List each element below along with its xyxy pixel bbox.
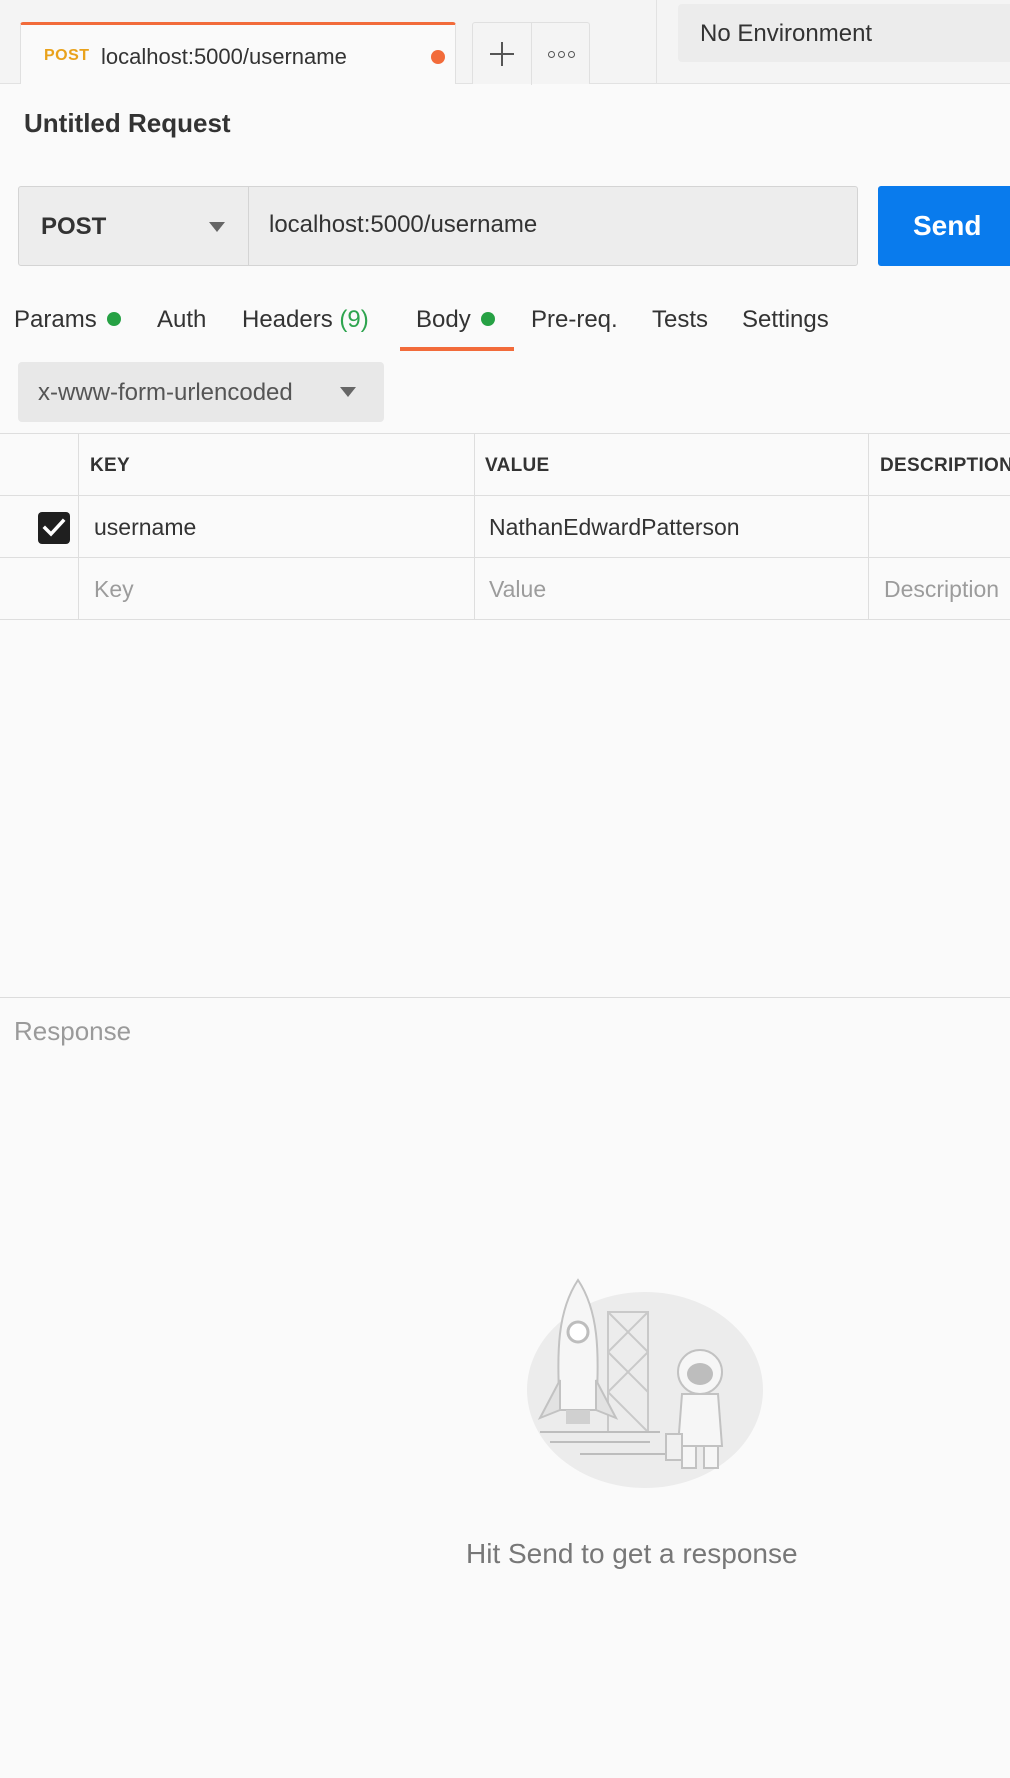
response-divider[interactable] — [0, 997, 1010, 998]
environment-select[interactable]: No Environment — [678, 4, 1010, 62]
body-type-select[interactable]: x-www-form-urlencoded — [18, 362, 384, 422]
tab-headers-label: Headers — [242, 306, 333, 333]
tab-actions — [472, 22, 591, 85]
tab-body-label: Body — [416, 306, 471, 333]
table-row-new: Key Value Description — [0, 558, 1010, 620]
tab-pre-request[interactable]: Pre-req. — [531, 306, 618, 334]
more-icon — [548, 50, 555, 58]
more-icon — [558, 50, 565, 58]
url-input[interactable]: localhost:5000/username — [269, 211, 537, 239]
body-params-table: KEY VALUE DESCRIPTION username NathanEdw… — [0, 433, 1010, 620]
request-tab[interactable]: POST localhost:5000/username — [20, 22, 456, 84]
tab-tests[interactable]: Tests — [652, 306, 708, 334]
value-cell[interactable]: NathanEdwardPatterson — [489, 514, 740, 541]
send-button[interactable]: Send — [878, 186, 1010, 266]
tab-tests-label: Tests — [652, 306, 709, 333]
tab-body[interactable]: Body — [416, 306, 495, 334]
status-dot — [106, 311, 121, 326]
environment-label: No Environment — [700, 20, 873, 47]
tab-settings-label: Settings — [742, 306, 829, 333]
active-tab-indicator — [400, 347, 514, 351]
header-divider — [656, 0, 657, 84]
response-heading: Response — [14, 1016, 132, 1046]
checkmark-icon — [42, 518, 66, 537]
description-input[interactable]: Description — [884, 576, 1010, 603]
method-label: POST — [41, 213, 107, 240]
chevron-down-icon — [209, 222, 225, 232]
status-dot — [480, 311, 495, 326]
method-select[interactable]: POST — [19, 187, 249, 265]
rocket-astronaut-illustration — [527, 1278, 763, 1488]
tab-headers[interactable]: Headers (9) — [242, 306, 369, 334]
tab-auth[interactable]: Auth — [157, 306, 206, 334]
column-header-value: VALUE — [485, 455, 550, 476]
column-header-key: KEY — [90, 455, 130, 476]
table-header-row: KEY VALUE DESCRIPTION — [0, 434, 1010, 496]
key-cell[interactable]: username — [94, 514, 196, 541]
table-row: username NathanEdwardPatterson — [0, 496, 1010, 558]
value-input[interactable]: Value — [489, 576, 546, 603]
more-tabs-button[interactable] — [532, 23, 591, 85]
tab-params-label: Params — [14, 306, 97, 333]
tab-strip: POST localhost:5000/username No Environm… — [0, 0, 1010, 85]
request-title[interactable]: Untitled Request — [24, 108, 231, 139]
request-subtabs: Params Auth Headers (9) Body Pre-req. Te… — [0, 296, 1010, 352]
empty-response-message: Hit Send to get a response — [466, 1538, 798, 1569]
unsaved-changes-dot — [431, 50, 445, 64]
new-tab-button[interactable] — [473, 23, 531, 85]
request-tab-method: POST — [44, 47, 90, 64]
url-bar: POST localhost:5000/username — [18, 186, 858, 266]
key-input[interactable]: Key — [94, 576, 134, 603]
headers-count-badge: (9) — [339, 306, 369, 333]
tab-auth-label: Auth — [157, 306, 207, 333]
more-icon — [568, 50, 575, 58]
chevron-down-icon — [340, 387, 356, 397]
body-type-label: x-www-form-urlencoded — [38, 379, 293, 406]
tab-settings[interactable]: Settings — [742, 306, 829, 334]
tab-params[interactable]: Params — [14, 306, 121, 334]
send-button-label: Send — [913, 210, 982, 241]
request-tab-url: localhost:5000/username — [101, 44, 347, 69]
column-header-description: DESCRIPTION — [880, 455, 1010, 476]
row-enabled-checkbox[interactable] — [38, 512, 70, 544]
tab-pre-request-label: Pre-req. — [531, 306, 618, 333]
